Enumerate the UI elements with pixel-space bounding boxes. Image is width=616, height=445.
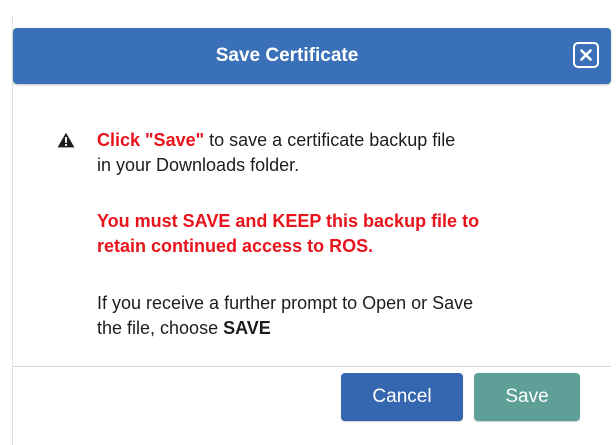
warning-line2: in your Downloads folder. [97, 155, 300, 175]
further-prompt-text: If you receive a further prompt to Open … [97, 291, 597, 341]
save-button[interactable]: Save [474, 373, 580, 421]
keep-backup-notice: You must SAVE and KEEP this backup file … [97, 209, 597, 259]
save-certificate-dialog: Save Certificate Click "Save" to save a … [12, 16, 611, 445]
footer-divider [13, 366, 611, 367]
warning-triangle-icon [57, 132, 75, 148]
close-button[interactable] [573, 42, 599, 68]
prompt-line1: If you receive a further prompt to Open … [97, 293, 474, 313]
page: Save Certificate Click "Save" to save a … [0, 0, 616, 445]
warning-message: Click "Save" to save a certificate backu… [57, 128, 579, 178]
background-page-fragment [0, 0, 616, 14]
warning-line1-rest: to save a certificate backup file [204, 130, 456, 150]
close-icon [580, 49, 592, 61]
warning-text: Click "Save" to save a certificate backu… [97, 128, 579, 178]
prompt-line2-start: the file, choose [97, 318, 224, 338]
dialog-body: Click "Save" to save a certificate backu… [13, 84, 611, 365]
prompt-save-emphasis: SAVE [223, 318, 271, 338]
cancel-button[interactable]: Cancel [341, 373, 463, 421]
notice-line1: You must SAVE and KEEP this backup file … [97, 211, 480, 231]
dialog-titlebar: Save Certificate [13, 28, 611, 84]
dialog-title: Save Certificate [215, 45, 359, 66]
notice-line2: retain continued access to ROS. [97, 236, 374, 256]
click-save-highlight: Click "Save" [97, 130, 205, 150]
